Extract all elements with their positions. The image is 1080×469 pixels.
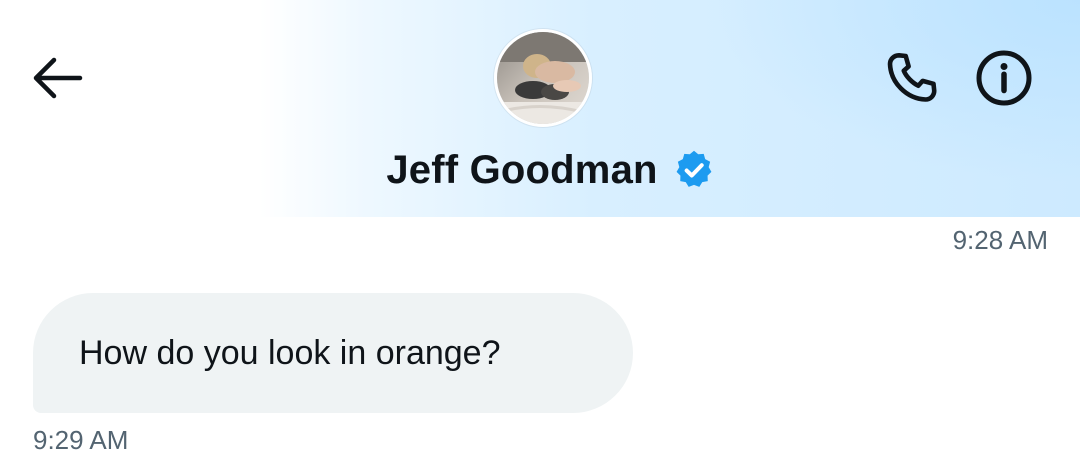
info-icon [976,50,1032,106]
phone-icon [887,52,937,102]
message-text: How do you look in orange? [79,333,501,372]
contact-name-row[interactable]: Jeff Goodman [0,140,1080,200]
message-timestamp: 9:28 AM [952,225,1048,255]
call-button[interactable] [880,46,944,110]
dm-conversation-screen: Jeff Goodman 9:28 AM How do you look in … [0,0,1080,469]
conversation-header: Jeff Goodman [0,0,1080,217]
received-message-bubble[interactable]: How do you look in orange? [33,293,633,413]
avatar[interactable] [494,29,592,127]
verified-badge-icon [676,150,712,187]
arrow-left-icon [33,57,83,99]
contact-name: Jeff Goodman [386,148,658,192]
message-timestamp: 9:29 AM [33,425,129,455]
avatar-photo [497,32,589,124]
back-button[interactable] [26,50,88,106]
info-button[interactable] [970,46,1038,110]
